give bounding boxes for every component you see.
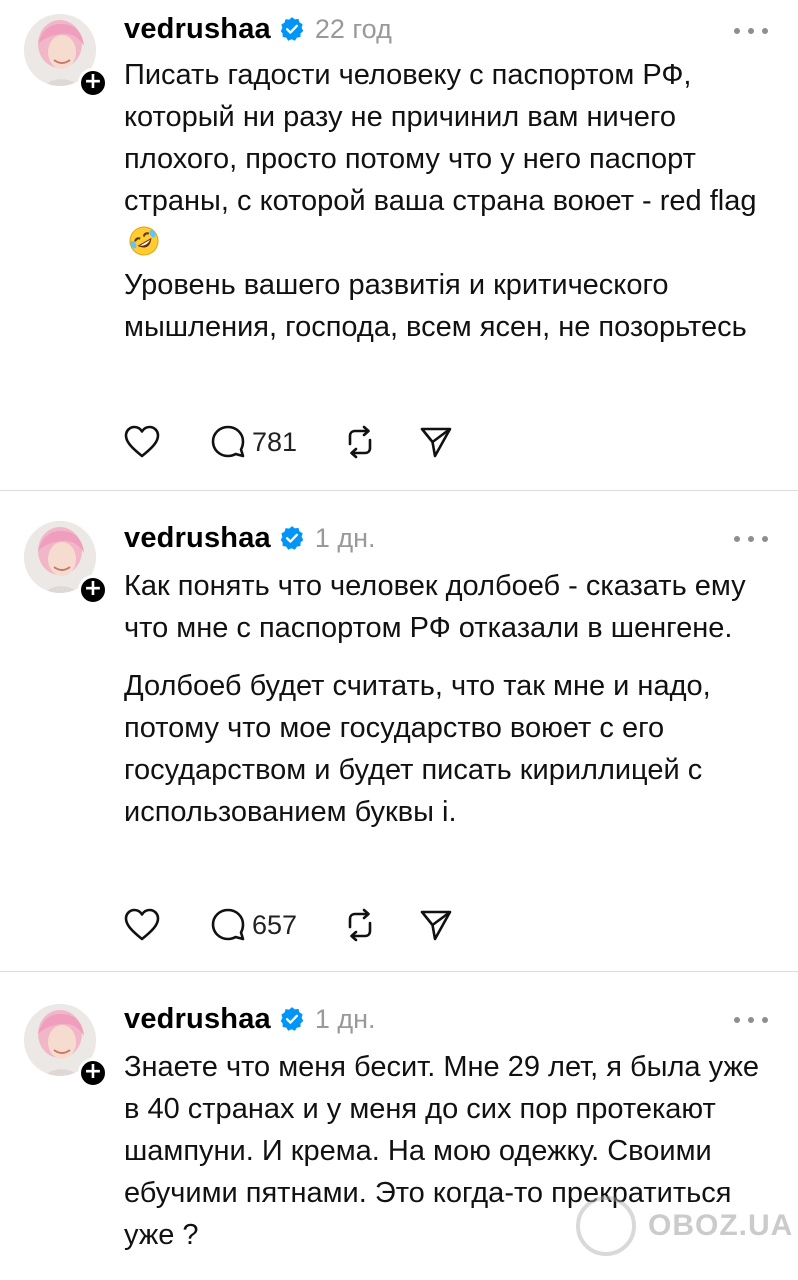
post-header: vedrushaa 22 год bbox=[124, 13, 392, 46]
follow-plus-icon[interactable]: + bbox=[78, 575, 108, 605]
post-2: + vedrushaa 1 дн. Как понять что человек… bbox=[0, 491, 798, 971]
more-icon[interactable] bbox=[734, 26, 768, 36]
post-body: Писать гадости человеку с паспортом РФ, … bbox=[124, 54, 774, 348]
like-button[interactable] bbox=[124, 422, 160, 462]
share-button[interactable] bbox=[419, 422, 453, 462]
username[interactable]: vedrushaa bbox=[124, 13, 271, 46]
avatar[interactable]: + bbox=[24, 1004, 108, 1088]
post-time: 1 дн. bbox=[314, 1003, 376, 1034]
share-icon bbox=[420, 910, 452, 941]
reply-count: 657 bbox=[252, 909, 298, 940]
heart-icon bbox=[124, 425, 160, 458]
watermark-text: OBOZ.UA bbox=[648, 1209, 794, 1242]
post-header: vedrushaa 1 дн. bbox=[124, 522, 376, 555]
watermark-logo-icon bbox=[576, 1196, 636, 1256]
avatar[interactable]: + bbox=[24, 14, 108, 98]
avatar[interactable]: + bbox=[24, 521, 108, 605]
verified-badge-icon bbox=[280, 1007, 304, 1031]
comment-icon bbox=[211, 908, 245, 941]
comment-button[interactable]: 657 bbox=[210, 905, 297, 945]
post-body: Как понять что человек долбоеб - сказать… bbox=[124, 565, 774, 833]
post-actions: 657 bbox=[124, 905, 453, 945]
repost-button[interactable] bbox=[341, 422, 379, 462]
more-icon[interactable] bbox=[734, 534, 768, 544]
post-1: + vedrushaa 22 год Писать гадости челове… bbox=[0, 0, 798, 490]
post-time: 1 дн. bbox=[314, 522, 376, 553]
username[interactable]: vedrushaa bbox=[124, 522, 271, 555]
post-actions: 781 bbox=[124, 422, 453, 462]
post-time: 22 год bbox=[314, 13, 392, 44]
repost-icon bbox=[348, 425, 372, 459]
follow-plus-icon[interactable]: + bbox=[78, 68, 108, 98]
share-button[interactable] bbox=[419, 905, 453, 945]
follow-plus-icon[interactable]: + bbox=[78, 1058, 108, 1088]
repost-button[interactable] bbox=[341, 905, 379, 945]
post-paragraph: Уровень вашего развитія и критического м… bbox=[124, 269, 747, 343]
repost-icon bbox=[348, 908, 372, 942]
post-header: vedrushaa 1 дн. bbox=[124, 1003, 376, 1036]
username[interactable]: vedrushaa bbox=[124, 1003, 271, 1036]
post-paragraph: Как понять что человек долбоеб - сказать… bbox=[124, 570, 746, 644]
comment-button[interactable]: 781 bbox=[210, 422, 297, 462]
comment-icon bbox=[211, 425, 245, 458]
post-paragraph: Писать гадости человеку с паспортом РФ, … bbox=[124, 54, 774, 264]
heart-icon bbox=[124, 908, 160, 941]
post-paragraph: Долбоеб будет считать, что так мне и над… bbox=[124, 670, 711, 828]
like-button[interactable] bbox=[124, 905, 160, 945]
more-icon[interactable] bbox=[734, 1015, 768, 1025]
watermark: OBOZ.UA bbox=[576, 1196, 793, 1256]
verified-badge-icon bbox=[280, 526, 304, 550]
share-icon bbox=[420, 427, 452, 458]
verified-badge-icon bbox=[280, 17, 304, 41]
rolling-on-floor-laughing-emoji bbox=[129, 226, 159, 256]
reply-count: 781 bbox=[252, 426, 298, 457]
